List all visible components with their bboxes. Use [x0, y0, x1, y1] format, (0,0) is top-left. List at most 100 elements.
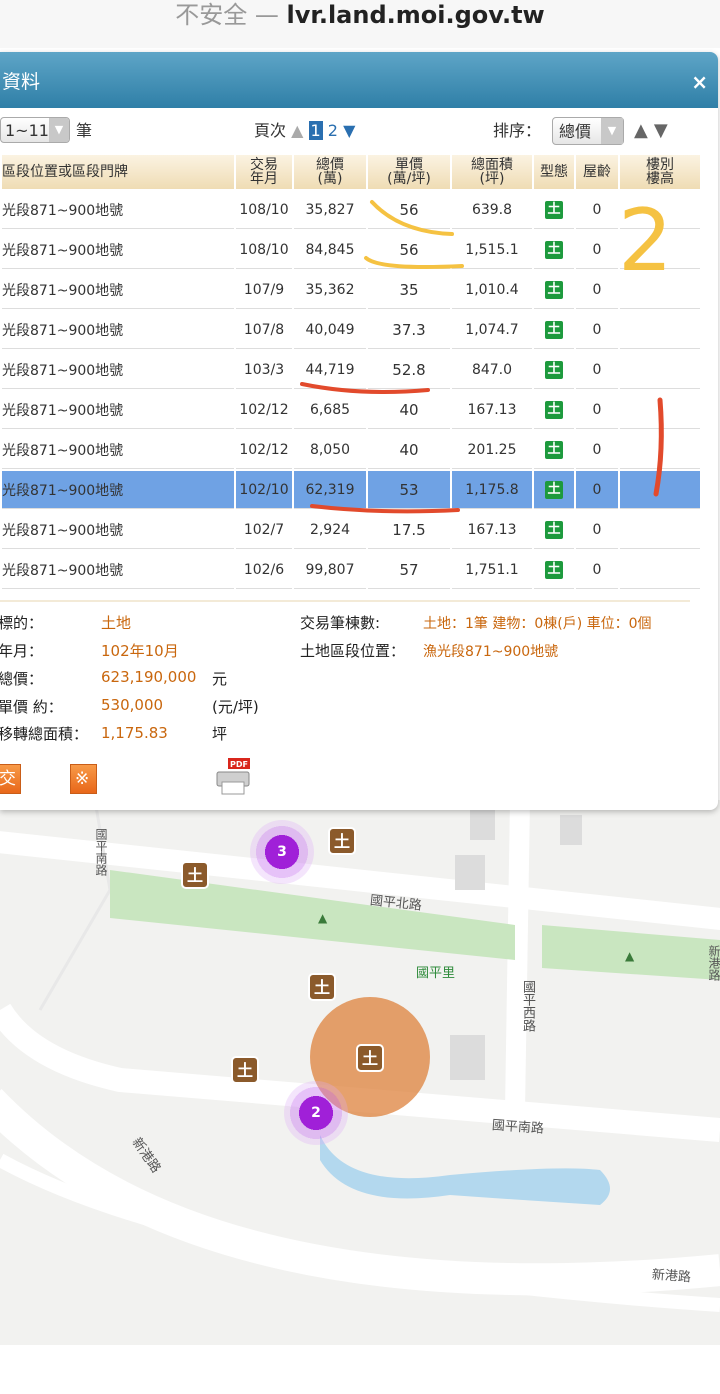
detail-target-value: 土地: [101, 614, 132, 632]
cell-floor: [620, 511, 700, 549]
land-marker[interactable]: 土: [356, 1044, 384, 1072]
cell-address: 光段871~900地號: [2, 511, 234, 549]
pdf-label: PDF: [230, 760, 248, 769]
close-icon[interactable]: ×: [691, 52, 708, 112]
col-header-age[interactable]: 屋齡: [576, 155, 618, 189]
cell-date: 107/8: [236, 311, 292, 349]
land-type-icon: 土: [545, 480, 563, 499]
chevron-down-icon: ▼: [601, 118, 623, 144]
table-row[interactable]: 光段871~900地號 102/7 2,924 17.5 167.13 土 0: [2, 511, 700, 549]
detail-area-unit: 坪: [212, 725, 228, 743]
page-bottom: [0, 1345, 720, 1394]
land-type-icon: 土: [545, 200, 563, 219]
sort-direction: ▲▼: [634, 116, 674, 146]
cell-total-price: 6,685: [294, 391, 366, 429]
cell-total-price: 99,807: [294, 551, 366, 589]
page-prev-icon[interactable]: ▲: [291, 121, 303, 140]
cell-age: 0: [576, 551, 618, 589]
cell-address: 光段871~900地號: [2, 391, 234, 429]
cluster-marker[interactable]: 3: [250, 820, 314, 884]
detail-total-label: 總價：: [0, 670, 44, 688]
detail-loc-label: 土地區段位置：: [300, 642, 406, 660]
history-transfer-button[interactable]: ※歷次移轉明細: [70, 764, 97, 810]
insecure-label: 不安全 —: [175, 1, 279, 29]
detail-unit-label: 單價 約：: [0, 698, 63, 716]
cell-total-price: 35,362: [294, 271, 366, 309]
cell-area: 1,074.7: [452, 311, 532, 349]
page-current[interactable]: 1: [308, 121, 323, 140]
cell-unit-price: 40: [368, 431, 450, 469]
table-row[interactable]: 光段871~900地號 108/10 35,827 56 639.8 土 0: [2, 191, 700, 229]
cell-total-price: 84,845: [294, 231, 366, 269]
page-2-link[interactable]: 2: [328, 121, 338, 140]
col-header-area[interactable]: 總面積 (坪): [452, 155, 532, 189]
cell-unit-price: 53: [368, 471, 450, 509]
col-header-address[interactable]: 區段位置或區段門牌: [2, 155, 234, 189]
cell-age: 0: [576, 391, 618, 429]
cell-address: 光段871~900地號: [2, 551, 234, 589]
table-row[interactable]: 光段871~900地號 102/12 6,685 40 167.13 土 0: [2, 391, 700, 429]
table-row[interactable]: 光段871~900地號 102/12 8,050 40 201.25 土 0: [2, 431, 700, 469]
cell-type: 土: [534, 231, 574, 269]
cell-type: 土: [534, 551, 574, 589]
cell-unit-price: 52.8: [368, 351, 450, 389]
table-row[interactable]: 光段871~900地號 107/8 40,049 37.3 1,074.7 土 0: [2, 311, 700, 349]
detail-divider: [0, 600, 690, 602]
table-row[interactable]: 光段871~900地號 107/9 35,362 35 1,010.4 土 0: [2, 271, 700, 309]
cell-date: 107/9: [236, 271, 292, 309]
cell-area: 201.25: [452, 431, 532, 469]
map-view[interactable]: ▲ ▲ 國平北路 國平南路 國平西路 新港路 新港路 國平南路 新港路 國平里 …: [0, 800, 720, 1345]
panel-header: 資料 ×: [0, 52, 718, 108]
cell-area: 167.13: [452, 511, 532, 549]
cluster-marker[interactable]: 2: [284, 1081, 348, 1145]
land-type-icon: 土: [545, 400, 563, 419]
page-next-icon[interactable]: ▼: [343, 121, 355, 140]
table-row[interactable]: 光段871~900地號 102/10 62,319 53 1,175.8 土 0: [2, 471, 700, 509]
cell-date: 102/10: [236, 471, 292, 509]
detail-area-label: 移轉總面積：: [0, 725, 89, 743]
col-header-date[interactable]: 交易 年月: [236, 155, 292, 189]
road-label-guoping-south-vertical: 國平南路: [94, 828, 108, 876]
range-select[interactable]: 1~11 ▼: [0, 117, 70, 143]
cell-type: 土: [534, 431, 574, 469]
cell-unit-price: 40: [368, 391, 450, 429]
col-header-total-price[interactable]: 總價 (萬): [294, 155, 366, 189]
table-row[interactable]: 光段871~900地號 103/3 44,719 52.8 847.0 土 0: [2, 351, 700, 389]
cell-date: 102/6: [236, 551, 292, 589]
cell-age: 0: [576, 431, 618, 469]
cell-total-price: 40,049: [294, 311, 366, 349]
pdf-print-icon[interactable]: PDF: [214, 758, 252, 796]
cell-floor: [620, 551, 700, 589]
cell-area: 639.8: [452, 191, 532, 229]
cell-address: 光段871~900地號: [2, 471, 234, 509]
land-type-icon: 土: [545, 320, 563, 339]
col-header-floor[interactable]: 樓別 樓高: [620, 155, 700, 189]
cell-floor: [620, 351, 700, 389]
land-marker[interactable]: 土: [328, 827, 356, 855]
table-row[interactable]: 光段871~900地號 102/6 99,807 57 1,751.1 土 0: [2, 551, 700, 589]
sort-select-value: 總價: [559, 122, 592, 141]
village-label: 國平里: [416, 966, 456, 981]
cell-address: 光段871~900地號: [2, 271, 234, 309]
land-marker[interactable]: 土: [231, 1056, 259, 1084]
col-header-type[interactable]: 型態: [534, 155, 574, 189]
cell-unit-price: 57: [368, 551, 450, 589]
browser-url-bar[interactable]: 不安全 — lvr.land.moi.gov.tw: [0, 0, 720, 48]
cell-age: 0: [576, 191, 618, 229]
sort-desc-icon[interactable]: ▼: [654, 120, 674, 141]
land-type-icon: 土: [545, 440, 563, 459]
land-type-icon: 土: [545, 240, 563, 259]
sort-select[interactable]: 總價 ▼: [552, 117, 624, 145]
table-row[interactable]: 光段871~900地號 108/10 84,845 56 1,515.1 土 0: [2, 231, 700, 269]
land-marker[interactable]: 土: [308, 973, 336, 1001]
cell-type: 土: [534, 271, 574, 309]
cell-type: 土: [534, 391, 574, 429]
cell-age: 0: [576, 271, 618, 309]
cell-area: 1,010.4: [452, 271, 532, 309]
col-header-unit-price[interactable]: 單價 (萬/坪): [368, 155, 450, 189]
transaction-detail-button[interactable]: 交易明細: [0, 764, 21, 810]
land-marker[interactable]: 土: [181, 861, 209, 889]
cell-floor: [620, 311, 700, 349]
sort-asc-icon[interactable]: ▲: [634, 120, 654, 141]
detail-count-value: 土地：1筆 建物：0棟(戶) 車位：0個: [423, 616, 652, 632]
